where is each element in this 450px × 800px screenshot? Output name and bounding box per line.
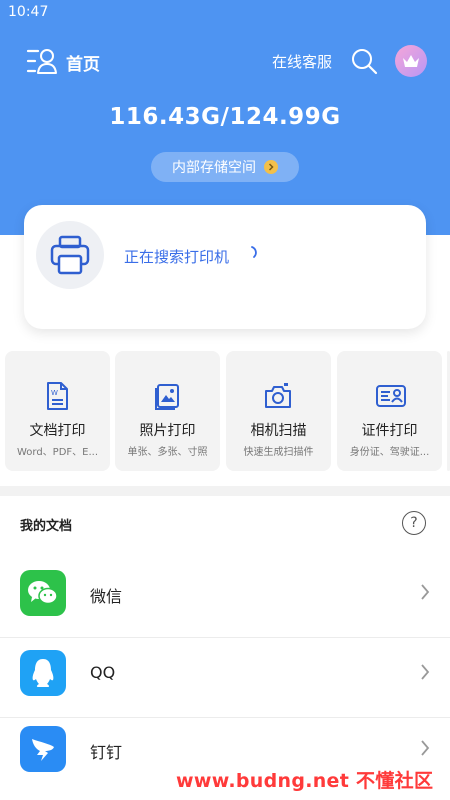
dingtalk-icon	[20, 726, 66, 772]
my-documents-header: 我的文档	[20, 519, 73, 534]
svg-text:W: W	[51, 389, 58, 397]
internal-storage-label: 内部存储空间	[172, 160, 256, 176]
tool-title: 照片打印	[139, 423, 196, 439]
page-title: 首页	[66, 55, 100, 75]
document-source-label: QQ	[90, 663, 116, 682]
document-source-qq[interactable]: QQ	[0, 642, 450, 718]
chevron-right-icon	[421, 740, 430, 756]
chevron-right-icon	[264, 160, 278, 174]
tool-photo-print[interactable]: 照片打印 单张、多张、寸照	[115, 351, 220, 471]
tool-id-card-print[interactable]: 证件打印 身份证、驾驶证...	[337, 351, 442, 471]
user-list-icon[interactable]	[26, 47, 58, 75]
camera-icon	[265, 383, 291, 408]
search-icon[interactable]	[350, 47, 378, 75]
chevron-right-icon	[421, 664, 430, 680]
printer-search-status: 正在搜索打印机	[124, 248, 230, 266]
tool-title: 相机扫描	[250, 423, 307, 439]
document-source-label: 微信	[90, 587, 123, 606]
tool-subtitle: 身份证、驾驶证...	[349, 447, 430, 458]
crown-icon	[403, 55, 419, 67]
tool-subtitle: 单张、多张、寸照	[127, 447, 208, 458]
status-time: 10:47	[8, 4, 49, 20]
tool-subtitle: 快速生成扫描件	[243, 447, 314, 458]
printer-card[interactable]: 正在搜索打印机	[24, 205, 426, 329]
id-card-icon	[376, 385, 406, 407]
wechat-icon	[20, 570, 66, 616]
tool-subtitle: Word、PDF、E...	[16, 447, 99, 458]
tool-camera-scan[interactable]: 相机扫描 快速生成扫描件	[226, 351, 331, 471]
top-bar: 首页 在线客服	[0, 42, 450, 82]
printer-icon	[50, 235, 90, 275]
chevron-right-icon	[421, 584, 430, 600]
tool-title: 文档打印	[29, 423, 86, 439]
site-watermark: www.budng.net 不懂社区	[176, 770, 434, 792]
photo-icon	[155, 384, 179, 410]
qq-icon	[20, 650, 66, 696]
loading-spinner-icon	[251, 246, 257, 258]
document-icon: W	[47, 382, 68, 410]
vip-crown-button[interactable]	[395, 45, 427, 77]
section-divider	[0, 486, 450, 496]
tool-document-print[interactable]: W 文档打印 Word、PDF、E...	[5, 351, 110, 471]
document-source-wechat[interactable]: 微信	[0, 562, 450, 638]
document-source-label: 钉钉	[90, 743, 123, 762]
print-tools-row: W 文档打印 Word、PDF、E... 照片打印 单张、多张、寸照 相机扫描 …	[5, 351, 450, 471]
storage-usage: 116.43G/124.99G	[109, 104, 341, 130]
online-service-link[interactable]: 在线客服	[272, 51, 332, 72]
printer-icon-circle	[36, 221, 104, 289]
tool-title: 证件打印	[361, 423, 418, 439]
internal-storage-button[interactable]: 内部存储空间	[151, 152, 299, 182]
help-icon[interactable]: ?	[402, 511, 426, 535]
